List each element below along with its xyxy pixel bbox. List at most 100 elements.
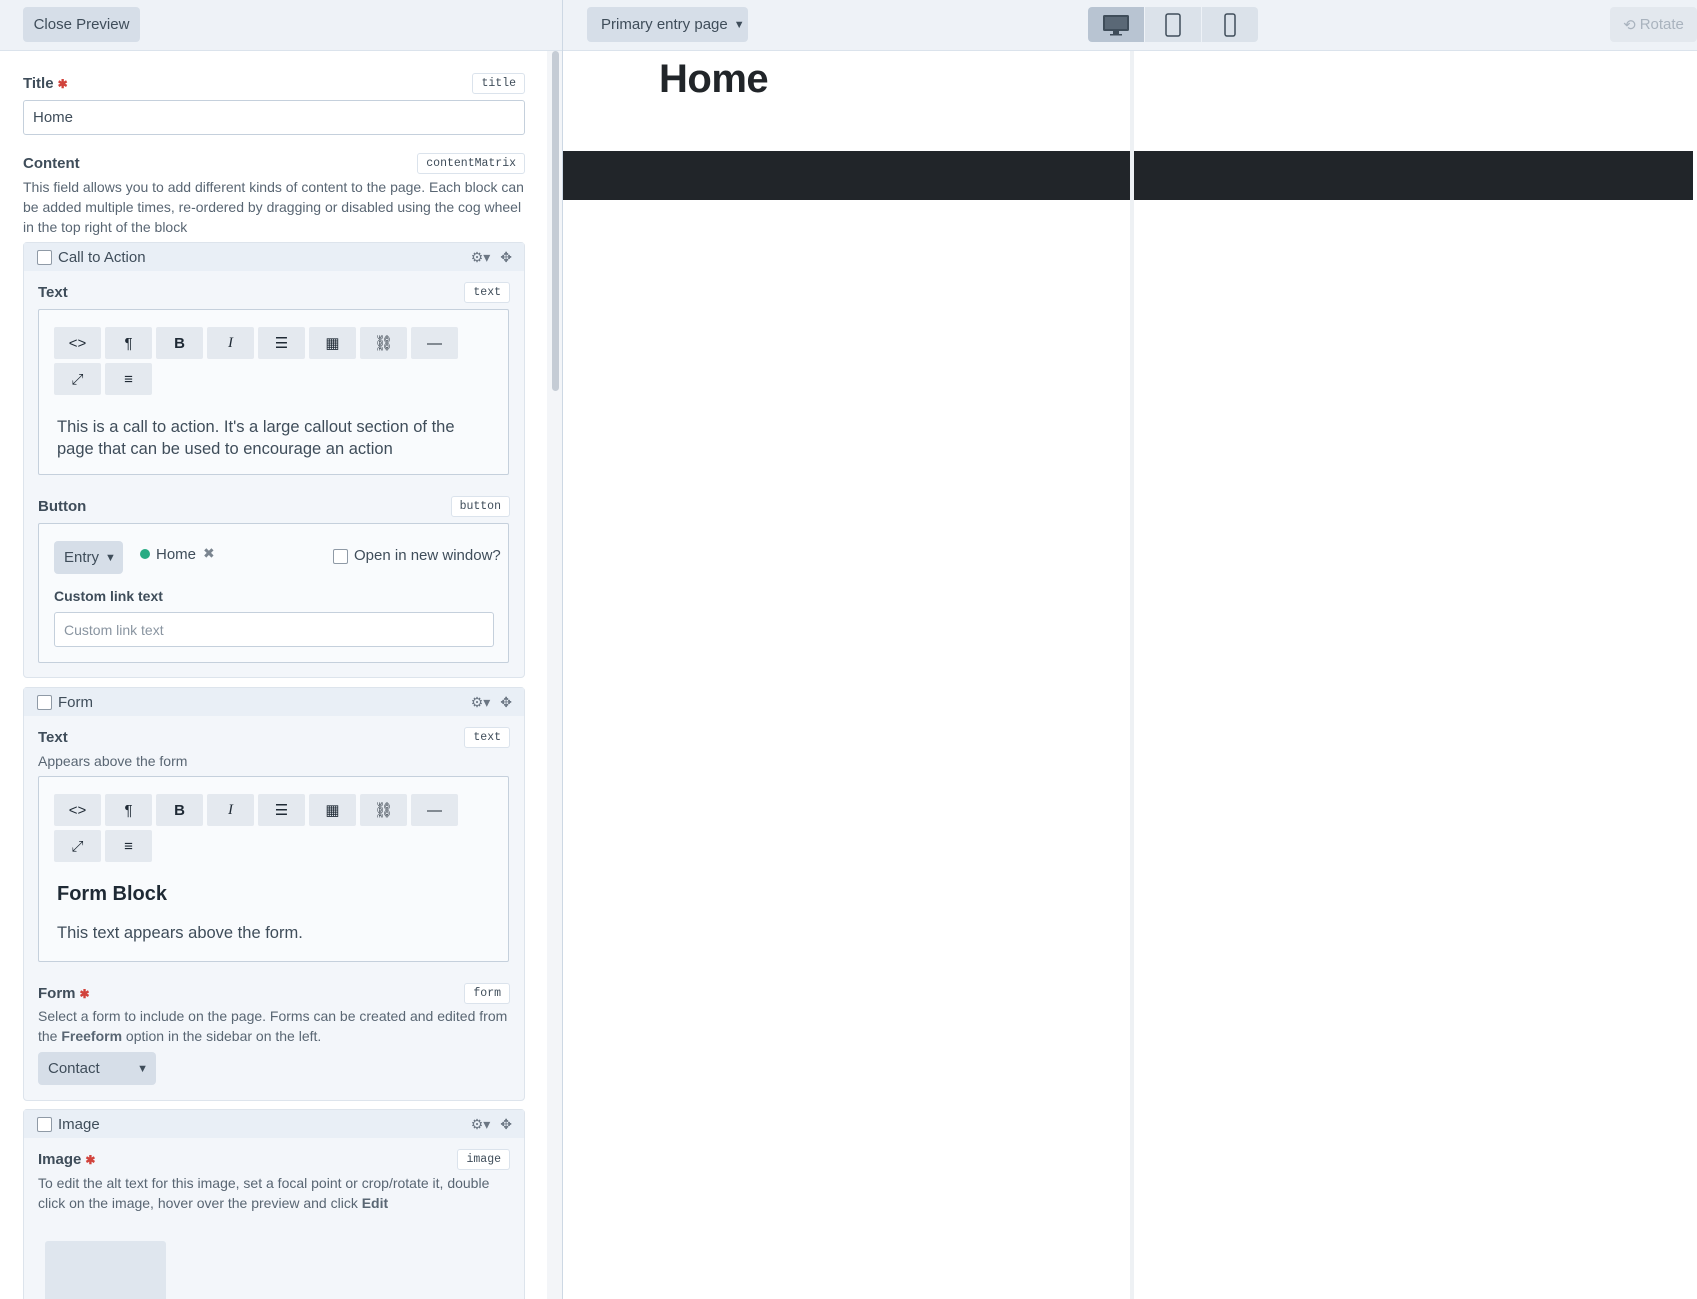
block-title: Image: [58, 1115, 100, 1133]
matrix-block-call-to-action: Call to Action ⚙▾ ✥ Text text <> ¶ B I ☰…: [23, 242, 525, 678]
block-titlebar[interactable]: Form ⚙▾ ✥: [24, 688, 524, 716]
chevron-down-icon: ▼: [733, 18, 745, 31]
block-select-checkbox[interactable]: [37, 694, 52, 710]
form-text-label: Text: [38, 729, 68, 746]
bullet-list-icon[interactable]: ☰: [258, 794, 305, 826]
link-icon[interactable]: ⛓: [360, 327, 407, 359]
italic-icon[interactable]: I: [207, 327, 254, 359]
paragraph-format-icon[interactable]: ¶: [105, 794, 152, 826]
block-titlebar[interactable]: Image ⚙▾ ✥: [24, 1110, 524, 1138]
form-rich-text-editor: <> ¶ B I ☰ ▦ ⛓ — ⤢ ≡ Form Block This tex…: [38, 776, 509, 962]
cta-text-content[interactable]: This is a call to action. It's a large c…: [57, 416, 487, 460]
block-select-checkbox[interactable]: [37, 1116, 52, 1132]
horizontal-rule-icon[interactable]: —: [411, 327, 458, 359]
form-select-label: Form ✱: [38, 985, 90, 1002]
block-select-checkbox[interactable]: [37, 249, 52, 265]
content-field-instructions: This field allows you to add different k…: [23, 179, 524, 235]
image-field-instructions: To edit the alt text for this image, set…: [38, 1175, 490, 1211]
content-field-handle[interactable]: contentMatrix: [417, 153, 525, 174]
block-title: Call to Action: [58, 248, 146, 266]
required-indicator: ✱: [85, 1153, 96, 1167]
preview-target-dropdown[interactable]: Primary entry page ▼: [587, 7, 748, 42]
horizontal-rule-icon[interactable]: —: [411, 794, 458, 826]
desktop-icon: [1103, 14, 1129, 35]
settings-cog-icon[interactable]: ⚙▾: [471, 249, 491, 266]
link-icon[interactable]: ⛓: [360, 794, 407, 826]
cta-text-label: Text: [38, 284, 68, 301]
editor-header: Close Preview: [0, 0, 562, 51]
block-actions: ⚙▾ ✥: [471, 249, 512, 266]
matrix-block-form: Form ⚙▾ ✥ Text text Appears above the fo…: [23, 687, 525, 1101]
content-field-label: Content: [23, 155, 80, 172]
entry-status-dot: [140, 549, 150, 559]
block-actions: ⚙▾ ✥: [471, 1116, 512, 1133]
image-field-handle[interactable]: image: [457, 1149, 510, 1170]
bullet-list-icon[interactable]: ☰: [258, 327, 305, 359]
fullscreen-icon[interactable]: ⤢: [54, 363, 101, 395]
custom-link-text-input[interactable]: Custom link text: [54, 612, 494, 647]
table-icon[interactable]: ▦: [309, 327, 356, 359]
required-indicator: ✱: [79, 987, 90, 1001]
link-type-select[interactable]: Entry ▼: [54, 541, 123, 574]
fullscreen-icon[interactable]: ⤢: [54, 830, 101, 862]
block-title: Form: [58, 693, 93, 711]
entry-editor-pane: Close Preview Title ✱ title Home Content …: [0, 0, 563, 1299]
preview-frame-edge: [1130, 51, 1134, 1299]
html-icon[interactable]: <>: [54, 794, 101, 826]
open-new-window-checkbox[interactable]: [333, 549, 348, 564]
align-left-icon[interactable]: ≡: [105, 363, 152, 395]
close-preview-button[interactable]: Close Preview: [23, 7, 140, 42]
custom-link-text-label: Custom link text: [54, 588, 163, 604]
form-select-instructions: Select a form to include on the page. Fo…: [38, 1008, 508, 1044]
button-field-label: Button: [38, 498, 87, 515]
preview-header: Primary entry page ▼ ⟲ Rotate: [563, 0, 1697, 51]
open-new-window-label[interactable]: Open in new window?: [354, 547, 501, 564]
block-titlebar[interactable]: Call to Action ⚙▾ ✥: [24, 243, 524, 271]
tablet-icon: [1165, 12, 1181, 37]
chevron-down-icon: ▼: [105, 551, 116, 564]
form-select-handle[interactable]: form: [464, 983, 510, 1004]
table-icon[interactable]: ▦: [309, 794, 356, 826]
required-indicator: ✱: [57, 77, 68, 91]
paragraph-format-icon[interactable]: ¶: [105, 327, 152, 359]
link-field: Entry ▼ Home ✖ Open in new window? Custom…: [38, 523, 509, 663]
bold-icon[interactable]: B: [156, 794, 203, 826]
phone-device-button[interactable]: [1202, 7, 1258, 42]
linked-entry-chip[interactable]: Home: [156, 546, 196, 563]
align-left-icon[interactable]: ≡: [105, 830, 152, 862]
form-text-handle[interactable]: text: [464, 727, 510, 748]
form-select-dropdown[interactable]: Contact ▼: [38, 1052, 156, 1085]
form-block-heading[interactable]: Form Block: [57, 883, 167, 905]
matrix-block-image: Image ⚙▾ ✥ Image ✱ image To edit the alt …: [23, 1109, 525, 1299]
remove-entry-icon[interactable]: ✖: [203, 545, 215, 562]
rotate-button[interactable]: ⟲ Rotate: [1610, 7, 1697, 42]
drag-move-icon[interactable]: ✥: [500, 694, 512, 711]
chevron-down-icon: ▼: [137, 1062, 148, 1075]
form-block-paragraph[interactable]: This text appears above the form.: [57, 922, 303, 944]
desktop-device-button[interactable]: [1088, 7, 1144, 42]
block-actions: ⚙▾ ✥: [471, 694, 512, 711]
italic-icon[interactable]: I: [207, 794, 254, 826]
button-field-handle[interactable]: button: [450, 496, 510, 517]
html-icon[interactable]: <>: [54, 327, 101, 359]
title-field-handle[interactable]: title: [472, 73, 525, 94]
settings-cog-icon[interactable]: ⚙▾: [471, 1116, 491, 1133]
image-thumbnail[interactable]: [45, 1241, 166, 1299]
cta-rich-text-editor: <> ¶ B I ☰ ▦ ⛓ — ⤢ ≡ This is a call to a…: [38, 309, 509, 475]
rotate-icon: ⟲: [1623, 16, 1636, 34]
settings-cog-icon[interactable]: ⚙▾: [471, 694, 491, 711]
image-field-label: Image ✱: [38, 1151, 96, 1168]
preview-page-title: Home: [659, 57, 769, 101]
preview-dark-bar: [563, 151, 1693, 200]
drag-move-icon[interactable]: ✥: [500, 1116, 512, 1133]
form-text-instructions: Appears above the form: [38, 753, 188, 769]
title-field-label: Title ✱: [23, 75, 68, 92]
drag-move-icon[interactable]: ✥: [500, 249, 512, 266]
phone-icon: [1224, 12, 1236, 37]
live-preview-frame[interactable]: Home: [563, 51, 1693, 1299]
editor-scrollbar-thumb[interactable]: [552, 51, 559, 391]
bold-icon[interactable]: B: [156, 327, 203, 359]
cta-text-handle[interactable]: text: [464, 282, 510, 303]
tablet-device-button[interactable]: [1145, 7, 1201, 42]
title-input[interactable]: Home: [23, 100, 525, 135]
